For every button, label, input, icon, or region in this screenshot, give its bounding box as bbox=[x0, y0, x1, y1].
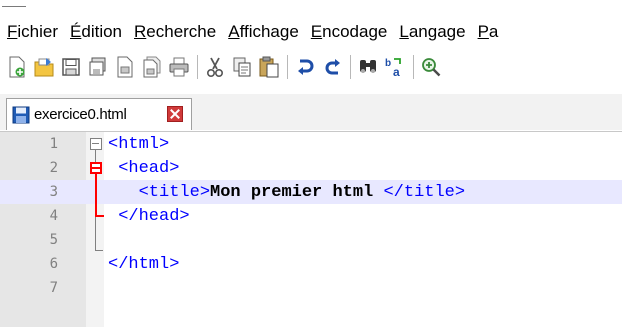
find-icon[interactable] bbox=[357, 55, 379, 79]
line-number: 3 bbox=[49, 184, 58, 200]
line-number: 7 bbox=[49, 280, 58, 296]
save-icon[interactable] bbox=[60, 55, 82, 79]
menu-accel: R bbox=[134, 22, 147, 41]
save-all-icon[interactable] bbox=[87, 55, 109, 79]
menu-parametres[interactable]: Pa bbox=[478, 22, 499, 42]
code-text: <title>Mon premier html </title> bbox=[108, 183, 466, 202]
toolbar-separator bbox=[413, 55, 414, 79]
code-text: </html> bbox=[108, 255, 180, 274]
code-line[interactable]: 5 bbox=[0, 228, 622, 252]
menu-label: ichier bbox=[17, 22, 59, 41]
paste-icon[interactable] bbox=[258, 55, 280, 79]
open-file-icon[interactable] bbox=[33, 55, 55, 79]
menu-accel: P bbox=[477, 22, 489, 41]
fold-guide-active bbox=[95, 174, 97, 216]
menu-edition[interactable]: Édition bbox=[70, 22, 122, 42]
zoom-in-icon[interactable] bbox=[420, 55, 442, 79]
saved-file-icon bbox=[12, 106, 30, 123]
toolbar-separator bbox=[287, 55, 288, 79]
close-tab-icon[interactable] bbox=[167, 106, 183, 122]
line-number: 5 bbox=[49, 232, 58, 248]
menu-label: ncodage bbox=[322, 22, 388, 41]
fold-end-marker bbox=[95, 250, 103, 251]
tab-label: exercice0.html bbox=[34, 106, 127, 123]
new-file-icon[interactable] bbox=[6, 55, 28, 79]
fold-minus-icon bbox=[92, 167, 100, 169]
close-all-icon[interactable] bbox=[141, 55, 163, 79]
fold-end-marker-active bbox=[95, 215, 104, 217]
code-line[interactable]: 7 bbox=[0, 276, 622, 300]
menu-fichier[interactable]: Fichier bbox=[7, 22, 58, 42]
code-editor[interactable]: 1 <html> 2 <head> 3 <title>Mon premier h… bbox=[0, 131, 622, 327]
code-line[interactable]: 4 </head> bbox=[0, 204, 622, 228]
replace-icon[interactable]: ba bbox=[384, 55, 406, 79]
menu-affichage[interactable]: Affichage bbox=[228, 22, 299, 42]
undo-icon[interactable] bbox=[294, 55, 316, 79]
svg-text:b: b bbox=[385, 58, 391, 69]
print-icon[interactable] bbox=[168, 55, 190, 79]
line-number: 2 bbox=[49, 160, 58, 176]
code-line[interactable]: 6 </html> bbox=[0, 252, 622, 276]
current-code-line[interactable]: 3 <title>Mon premier html </title> bbox=[0, 180, 622, 204]
tab-exercice0[interactable]: exercice0.html bbox=[6, 98, 192, 130]
menu-accel: E bbox=[310, 22, 323, 41]
menu-accel: A bbox=[228, 22, 240, 41]
code-text: <html> bbox=[108, 135, 170, 154]
menu-encodage[interactable]: Encodage bbox=[311, 22, 388, 42]
menu-label: a bbox=[488, 22, 499, 41]
menu-langage[interactable]: Langage bbox=[399, 22, 465, 42]
toolbar: ba bbox=[0, 50, 622, 84]
toolbar-separator bbox=[197, 55, 198, 79]
menu-recherche[interactable]: Recherche bbox=[134, 22, 216, 42]
line-number: 1 bbox=[49, 136, 58, 152]
menu-accel: É bbox=[70, 22, 82, 41]
code-text: </head> bbox=[108, 207, 190, 226]
close-file-icon[interactable] bbox=[114, 55, 136, 79]
tab-bar: exercice0.html bbox=[0, 94, 622, 130]
line-number: 4 bbox=[49, 208, 58, 224]
menu-label: echerche bbox=[146, 22, 217, 41]
line-number: 6 bbox=[49, 256, 58, 272]
window-grip bbox=[2, 0, 26, 7]
code-text: <head> bbox=[108, 159, 180, 178]
toolbar-separator bbox=[350, 55, 351, 79]
menu-label: angage bbox=[408, 22, 466, 41]
title-strip bbox=[0, 0, 622, 14]
menu-accel: L bbox=[399, 22, 409, 41]
redo-icon[interactable] bbox=[321, 55, 343, 79]
menu-bar: Fichier Édition Recherche Affichage Enco… bbox=[0, 18, 622, 46]
fold-minus-icon bbox=[92, 143, 99, 144]
menu-label: ffichage bbox=[239, 22, 299, 41]
svg-text:a: a bbox=[393, 65, 400, 78]
menu-label: dition bbox=[81, 22, 122, 41]
copy-icon[interactable] bbox=[231, 55, 253, 79]
cut-icon[interactable] bbox=[204, 55, 226, 79]
menu-accel: F bbox=[7, 22, 18, 41]
fold-toggle-html[interactable] bbox=[90, 138, 102, 150]
